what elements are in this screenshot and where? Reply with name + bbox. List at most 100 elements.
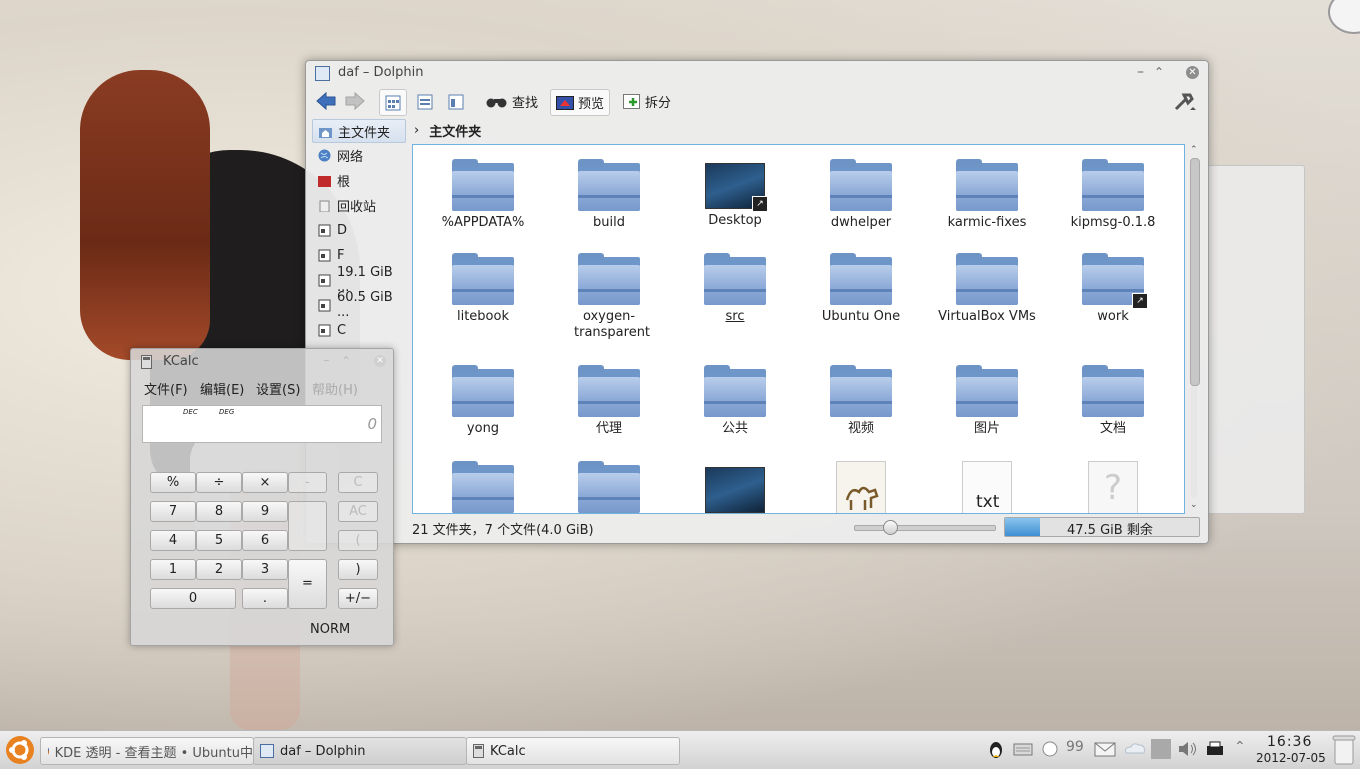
file-item[interactable]: karmic-fixes <box>927 159 1047 231</box>
icons-view-button[interactable] <box>379 89 407 116</box>
key-paren-close[interactable]: ) <box>338 559 378 580</box>
place-drive-d[interactable]: D <box>312 219 404 241</box>
file-view[interactable]: %APPDATA% build ↗ Desktop dwhelper karmi… <box>412 144 1185 514</box>
clock-time[interactable]: 16:36 <box>1267 734 1312 750</box>
quote-icon[interactable]: 99 <box>1066 739 1084 759</box>
file-item[interactable]: 公共 <box>675 365 795 437</box>
clock-date[interactable]: 2012-07-05 <box>1256 751 1326 765</box>
file-item[interactable]: oxygen-transparent <box>549 253 669 341</box>
key-allclear[interactable]: AC <box>338 501 378 522</box>
volume-icon[interactable] <box>1177 739 1199 759</box>
file-item[interactable] <box>549 461 669 513</box>
place-drive-f[interactable]: F <box>312 244 404 266</box>
key-plusminus[interactable]: +/− <box>338 588 378 609</box>
minimize-button[interactable]: – <box>1137 64 1144 80</box>
kcalc-close-button[interactable]: ✕ <box>374 355 386 367</box>
dolphin-titlebar[interactable]: daf – Dolphin – ⌃ ✕ <box>306 61 1208 85</box>
key-6[interactable]: 6 <box>242 530 288 551</box>
place-drive-c[interactable]: C <box>312 319 404 341</box>
find-button[interactable]: 查找 <box>481 89 543 114</box>
place-drive-191[interactable]: 19.1 GiB ... <box>312 265 404 295</box>
tux-icon[interactable] <box>986 739 1006 759</box>
file-item[interactable] <box>423 461 543 513</box>
key-7[interactable]: 7 <box>150 501 196 522</box>
task-dolphin[interactable]: daf – Dolphin <box>253 737 467 765</box>
place-network[interactable]: 网络 <box>312 144 404 166</box>
place-trash[interactable]: 回收站 <box>312 194 404 216</box>
file-item[interactable]: 图片 <box>927 365 1047 437</box>
configure-wrench-icon[interactable] <box>1172 91 1198 113</box>
key-3[interactable]: 3 <box>242 559 288 580</box>
menu-settings[interactable]: 设置(S) <box>256 379 300 398</box>
key-equals[interactable]: = <box>288 559 327 609</box>
zoom-slider[interactable] <box>854 520 996 535</box>
file-item[interactable]: src <box>675 253 795 325</box>
circle-status-icon[interactable] <box>1040 739 1060 759</box>
key-clear[interactable]: C <box>338 472 378 493</box>
key-9[interactable]: 9 <box>242 501 288 522</box>
close-button[interactable]: ✕ <box>1186 66 1199 79</box>
forward-arrow-icon[interactable] <box>344 91 366 111</box>
columns-view-button[interactable] <box>443 89 469 114</box>
key-multiply[interactable]: × <box>242 472 288 493</box>
file-item[interactable]: yong <box>423 365 543 437</box>
split-button[interactable]: 拆分 <box>618 89 676 114</box>
place-home[interactable]: 主文件夹 <box>312 119 406 143</box>
key-2[interactable]: 2 <box>196 559 242 580</box>
file-item[interactable]: VirtualBox VMs <box>927 253 1047 325</box>
file-item[interactable]: Ubuntu One <box>801 253 921 325</box>
menu-help[interactable]: 帮助(H) <box>312 379 358 398</box>
printer-icon[interactable] <box>1205 739 1225 759</box>
file-item[interactable]: kipmsg-0.1.8 <box>1053 159 1173 231</box>
file-item[interactable] <box>801 461 921 513</box>
key-dot[interactable]: . <box>242 588 288 609</box>
file-item[interactable]: ? <box>1053 461 1173 513</box>
file-item[interactable]: litebook <box>423 253 543 325</box>
file-item[interactable]: %APPDATA% <box>423 159 543 231</box>
scroll-down-icon[interactable]: ⌄ <box>1190 500 1198 510</box>
scroll-thumb[interactable] <box>1190 158 1200 386</box>
task-kcalc[interactable]: KCalc <box>466 737 680 765</box>
file-item[interactable]: ↗ Desktop <box>675 159 795 229</box>
square-tray-icon[interactable] <box>1151 739 1171 759</box>
zoom-slider-handle[interactable] <box>883 520 898 535</box>
key-4[interactable]: 4 <box>150 530 196 551</box>
place-root[interactable]: 根 <box>312 169 404 191</box>
file-item[interactable]: dwhelper <box>801 159 921 231</box>
key-1[interactable]: 1 <box>150 559 196 580</box>
breadcrumb[interactable]: › 主文件夹 <box>414 121 481 140</box>
vertical-scrollbar[interactable]: ⌃ ⌄ <box>1187 145 1201 512</box>
key-0[interactable]: 0 <box>150 588 236 609</box>
trash-bin-icon[interactable] <box>1332 735 1356 765</box>
details-view-button[interactable] <box>412 89 438 114</box>
file-item[interactable]: txt <box>927 461 1047 513</box>
file-item[interactable]: 代理 <box>549 365 669 437</box>
key-paren-open[interactable]: ( <box>338 530 378 551</box>
back-arrow-icon[interactable] <box>315 91 337 111</box>
file-item[interactable] <box>675 461 795 513</box>
key-percent[interactable]: % <box>150 472 196 493</box>
key-minus[interactable]: - <box>288 472 327 493</box>
place-drive-605[interactable]: 60.5 GiB ... <box>312 290 404 320</box>
kcalc-minimize-button[interactable]: – <box>323 353 330 368</box>
tray-expand-icon[interactable]: ⌃ <box>1234 739 1246 759</box>
file-item[interactable]: build <box>549 159 669 231</box>
network-cloud-icon[interactable] <box>1122 739 1148 759</box>
kcalc-maximize-button[interactable]: ⌃ <box>341 354 351 368</box>
scroll-up-icon[interactable]: ⌃ <box>1190 145 1198 155</box>
task-firefox[interactable]: KDE 透明 - 查看主题 • Ubuntu中 <box>40 737 254 765</box>
key-5[interactable]: 5 <box>196 530 242 551</box>
menu-file[interactable]: 文件(F) <box>144 379 188 398</box>
ubuntu-launcher-icon[interactable] <box>4 734 36 766</box>
preview-button[interactable]: 预览 <box>550 89 611 116</box>
breadcrumb-home[interactable]: 主文件夹 <box>429 121 481 140</box>
key-8[interactable]: 8 <box>196 501 242 522</box>
menu-edit[interactable]: 编辑(E) <box>200 379 244 398</box>
keyboard-icon[interactable] <box>1013 739 1033 759</box>
file-item[interactable]: ↗ work <box>1053 253 1173 325</box>
maximize-button[interactable]: ⌃ <box>1154 65 1164 79</box>
key-plus[interactable] <box>288 501 327 551</box>
file-item[interactable]: 文档 <box>1053 365 1173 437</box>
key-divide[interactable]: ÷ <box>196 472 242 493</box>
mail-icon[interactable] <box>1094 739 1116 759</box>
